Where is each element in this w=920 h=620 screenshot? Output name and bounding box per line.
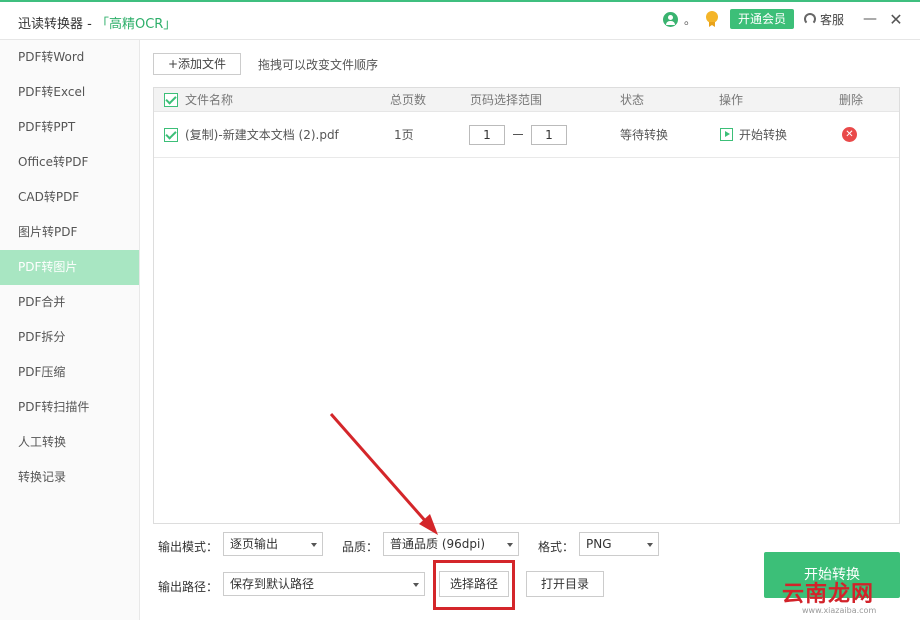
annotation-arrow-icon: [329, 413, 438, 535]
